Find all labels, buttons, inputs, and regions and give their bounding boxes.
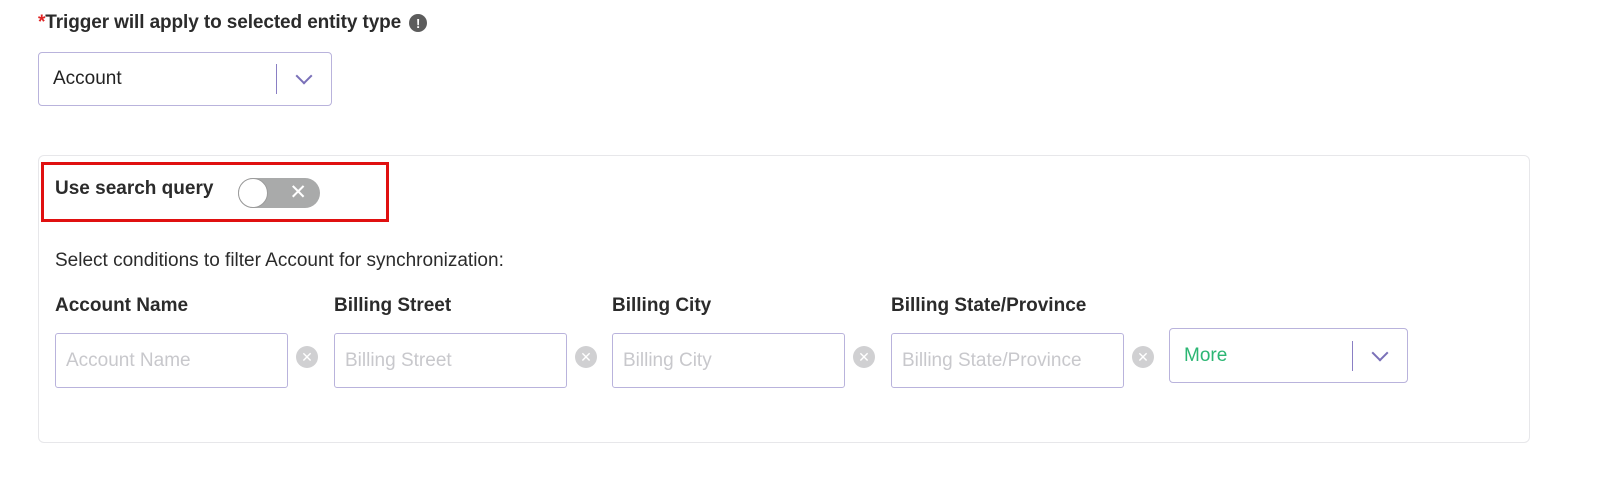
field-label-billing-city: Billing City [612, 295, 712, 316]
clear-billing-state-icon[interactable]: ✕ [1132, 346, 1154, 368]
billing-street-input[interactable] [334, 333, 567, 388]
field-label-billing-state: Billing State/Province [891, 295, 1087, 316]
entity-type-dropdown-toggle[interactable] [277, 53, 331, 105]
search-query-label: Use search query [55, 178, 214, 199]
clear-billing-street-icon[interactable]: ✕ [575, 346, 597, 368]
billing-city-input[interactable] [612, 333, 845, 388]
account-name-input[interactable] [55, 333, 288, 388]
more-fields-value: More [1184, 344, 1228, 366]
chevron-down-icon [1371, 344, 1389, 361]
filter-description: Select conditions to filter Account for … [55, 250, 504, 271]
close-icon: ✕ [289, 181, 307, 204]
more-fields-dropdown-toggle[interactable] [1353, 329, 1407, 382]
billing-state-input[interactable] [891, 333, 1124, 388]
entity-type-value: Account [53, 68, 122, 89]
trigger-label-text: Trigger will apply to selected entity ty… [45, 12, 402, 33]
clear-account-name-icon[interactable]: ✕ [296, 346, 318, 368]
entity-type-select[interactable]: Account [38, 52, 332, 106]
field-label-account-name: Account Name [55, 295, 189, 316]
toggle-knob [238, 178, 268, 208]
field-label-billing-street: Billing Street [334, 295, 452, 316]
trigger-entity-label: * Trigger will apply to selected entity … [38, 12, 428, 34]
chevron-down-icon [295, 67, 313, 85]
info-icon[interactable]: ! [409, 14, 428, 32]
search-query-toggle[interactable]: ✕ [238, 178, 320, 208]
required-mark: * [38, 12, 46, 33]
more-fields-select[interactable]: More [1169, 328, 1408, 383]
clear-billing-city-icon[interactable]: ✕ [853, 346, 875, 368]
